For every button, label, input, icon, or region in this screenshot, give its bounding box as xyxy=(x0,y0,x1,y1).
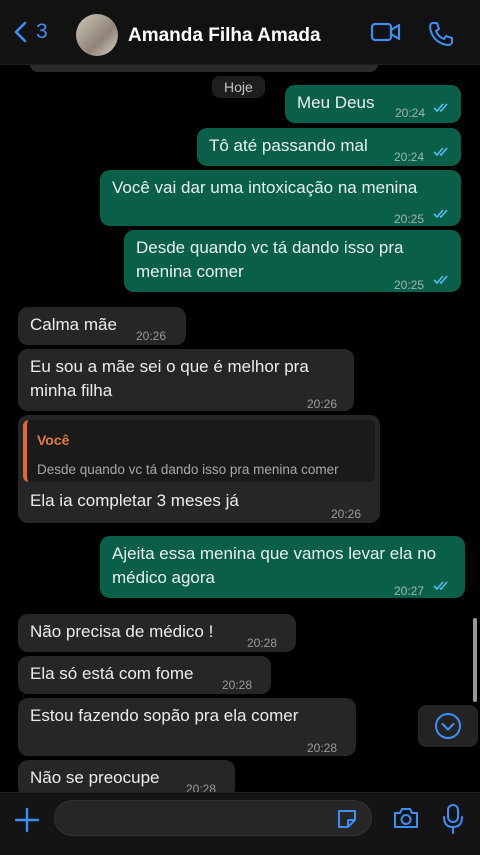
read-ticks-icon xyxy=(433,147,448,157)
message-text: Eu sou a mãe sei o que é melhor pra minh… xyxy=(30,357,309,400)
message-time: 20:26 xyxy=(136,329,167,343)
message-bubble[interactable]: Tô até passando mal 20:24 xyxy=(197,128,461,166)
message-time: 20:26 xyxy=(307,397,338,411)
message-bubble-with-reply[interactable]: Você Desde quando vc tá dando isso pra m… xyxy=(18,415,380,523)
message-text: Tô até passando mal xyxy=(209,136,368,155)
read-ticks-icon xyxy=(433,581,448,591)
message-time: 20:28 xyxy=(222,678,253,692)
message-time: 20:26 xyxy=(331,507,362,521)
plus-icon[interactable] xyxy=(14,807,40,833)
phone-icon[interactable] xyxy=(427,20,455,48)
scrollbar[interactable] xyxy=(473,618,477,702)
unread-count: 3 xyxy=(36,20,48,43)
message-time: 20:28 xyxy=(247,636,278,650)
message-time: 20:24 xyxy=(394,150,425,164)
message-bubble[interactable]: Não precisa de médico ! 20:28 xyxy=(18,614,296,652)
message-text: Ela só está com fome xyxy=(30,664,194,683)
chat-header: 3 Amanda Filha Amada xyxy=(0,0,480,65)
message-time: 20:28 xyxy=(307,741,338,755)
video-camera-icon[interactable] xyxy=(370,20,402,44)
message-text: Não se preocupe xyxy=(30,768,160,787)
message-bubble[interactable]: Estou fazendo sopão pra ela comer 20:28 xyxy=(18,698,356,756)
message-bubble[interactable]: Meu Deus 20:24 xyxy=(285,85,461,123)
message-text: Você vai dar uma intoxicação na menina xyxy=(112,178,418,197)
message-list[interactable]: Hoje Meu Deus 20:24 Tô até passando mal … xyxy=(0,64,480,798)
back-button[interactable]: 3 xyxy=(12,20,48,44)
composer-bar xyxy=(0,792,480,855)
scroll-to-bottom-button[interactable] xyxy=(418,705,478,747)
date-separator: Hoje xyxy=(212,76,265,98)
read-ticks-icon xyxy=(433,275,448,285)
message-text: Estou fazendo sopão pra ela comer xyxy=(30,706,299,725)
message-bubble[interactable]: Desde quando vc tá dando isso pra menina… xyxy=(124,230,461,292)
contact-name[interactable]: Amanda Filha Amada xyxy=(128,25,321,47)
message-bubble[interactable]: Ela só está com fome 20:28 xyxy=(18,656,271,694)
message-time: 20:25 xyxy=(394,212,425,226)
message-time: 20:25 xyxy=(394,278,425,292)
read-ticks-icon xyxy=(433,209,448,219)
quoted-author: Você xyxy=(37,432,70,448)
message-text: Desde quando vc tá dando isso pra menina… xyxy=(136,238,404,281)
microphone-icon[interactable] xyxy=(442,803,464,835)
avatar[interactable] xyxy=(76,14,118,56)
message-text: Calma mãe xyxy=(30,315,117,334)
message-bubble[interactable]: Eu sou a mãe sei o que é melhor pra minh… xyxy=(18,349,354,411)
message-text: Meu Deus xyxy=(297,93,375,112)
message-text: Ela ia completar 3 meses já xyxy=(30,491,239,510)
message-input[interactable] xyxy=(54,800,372,836)
camera-icon[interactable] xyxy=(392,805,420,831)
message-text: Ajeita essa menina que vamos levar ela n… xyxy=(112,544,437,587)
read-ticks-icon xyxy=(433,103,448,113)
chevron-down-circle-icon xyxy=(435,713,461,739)
message-time: 20:24 xyxy=(395,106,426,120)
message-bubble[interactable]: Você vai dar uma intoxicação na menina 2… xyxy=(100,170,461,226)
message-text: Não precisa de médico ! xyxy=(30,622,214,641)
chevron-left-icon xyxy=(14,21,27,43)
message-bubble[interactable]: Ajeita essa menina que vamos levar ela n… xyxy=(100,536,465,598)
sticker-icon[interactable] xyxy=(335,807,359,831)
quoted-message[interactable]: Você Desde quando vc tá dando isso pra m… xyxy=(23,420,375,482)
message-bubble[interactable]: Calma mãe 20:26 xyxy=(18,307,186,345)
quoted-text: Desde quando vc tá dando isso pra menina… xyxy=(37,462,339,477)
message-time: 20:27 xyxy=(394,584,425,598)
